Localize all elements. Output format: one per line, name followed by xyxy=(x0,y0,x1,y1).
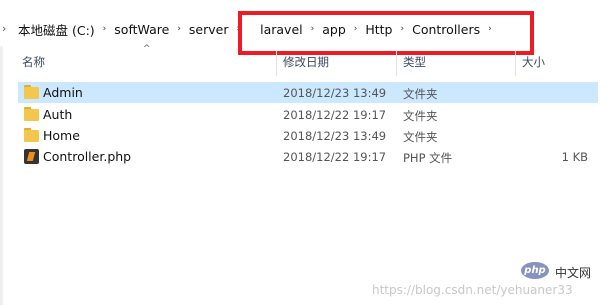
folder-icon xyxy=(24,107,39,121)
breadcrumb-item-server[interactable]: server xyxy=(185,22,233,37)
file-name: Home xyxy=(43,128,80,143)
file-type: 文件夹 xyxy=(403,87,438,101)
watermark-label: 中文网 xyxy=(555,266,592,280)
file-row-controller-php[interactable]: Controller.php 2018/12/22 19:17 PHP 文件 1… xyxy=(18,146,598,167)
red-highlight-annotation xyxy=(238,11,534,55)
file-date: 2018/12/22 19:17 xyxy=(283,150,387,164)
file-row-auth[interactable]: Auth 2018/12/22 19:17 文件夹 xyxy=(18,104,598,125)
column-header-date[interactable]: 修改日期 xyxy=(283,54,329,70)
watermark-url: https://blog.csdn.net/yehuaner33 xyxy=(372,283,573,297)
file-date: 2018/12/23 13:49 xyxy=(283,86,387,100)
file-type: PHP 文件 xyxy=(403,151,453,165)
php-file-icon xyxy=(24,149,39,164)
column-divider[interactable] xyxy=(515,50,516,76)
column-header-size[interactable]: 大小 xyxy=(522,54,545,70)
sort-ascending-icon: ^ xyxy=(143,44,151,54)
file-row-home[interactable]: Home 2018/12/23 13:49 文件夹 xyxy=(18,125,598,146)
column-header-type[interactable]: 类型 xyxy=(403,54,426,70)
address-bar[interactable]: › 本地磁盘 (C:) › softWare › server › larave… xyxy=(0,0,612,55)
chevron-right-icon[interactable]: › xyxy=(173,24,185,34)
column-header-name[interactable]: 名称 xyxy=(22,54,45,70)
file-row-admin[interactable]: Admin 2018/12/23 13:49 文件夹 xyxy=(18,82,598,103)
file-type: 文件夹 xyxy=(403,109,438,123)
breadcrumb-item-local-disk[interactable]: 本地磁盘 (C:) xyxy=(14,20,99,39)
breadcrumb-item-software[interactable]: softWare xyxy=(110,22,173,37)
file-name: Admin xyxy=(43,85,83,100)
column-divider[interactable] xyxy=(396,50,397,76)
file-name: Auth xyxy=(43,107,73,122)
file-size: 1 KB xyxy=(561,150,588,164)
folder-icon xyxy=(24,128,39,142)
column-divider[interactable] xyxy=(276,50,277,76)
chevron-right-icon[interactable]: › xyxy=(2,22,6,35)
file-type: 文件夹 xyxy=(403,130,438,144)
left-edge-strip xyxy=(0,46,3,305)
file-name: Controller.php xyxy=(43,149,132,164)
folder-icon xyxy=(24,85,39,99)
chevron-right-icon[interactable]: › xyxy=(99,24,111,34)
file-date: 2018/12/22 19:17 xyxy=(283,108,387,122)
file-date: 2018/12/23 13:49 xyxy=(283,129,387,143)
php-logo-watermark: php xyxy=(521,262,549,279)
